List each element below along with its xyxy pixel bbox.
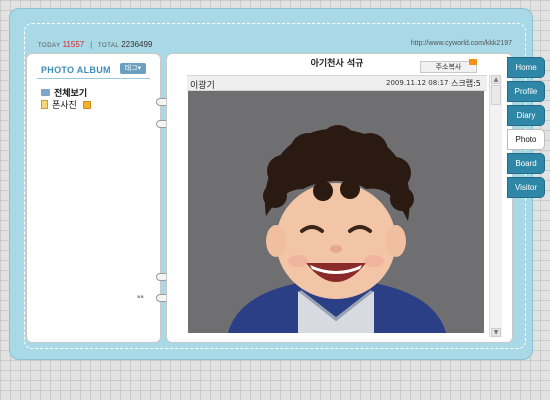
folder-icon: [41, 89, 50, 96]
copy-address-button[interactable]: 주소복사: [420, 59, 477, 73]
boy-photo-illustration: [188, 91, 484, 333]
post-author[interactable]: 이광기: [190, 78, 215, 91]
scroll-up-arrow-icon[interactable]: ▲: [491, 75, 501, 84]
post-photo[interactable]: [188, 91, 484, 333]
tab-diary[interactable]: Diary: [507, 105, 545, 126]
menu-tabs: Home Profile Diary Photo Board Visitor: [507, 57, 545, 201]
tab-board[interactable]: Board: [507, 153, 545, 174]
folder-label-phone: 폰사진: [52, 101, 77, 111]
total-count: 2236499: [121, 40, 153, 49]
tab-visitor[interactable]: Visitor: [507, 177, 545, 198]
new-badge-icon: [82, 100, 91, 109]
tab-photo[interactable]: Photo: [507, 129, 545, 150]
homepage-url[interactable]: http://www.cyworld.com/kkk2197: [411, 40, 512, 47]
today-label: TODAY: [38, 43, 61, 49]
visitor-counter-bar: TODAY 11557 | TOTAL 2236499 http://www.c…: [38, 40, 512, 52]
document-icon: [41, 100, 48, 109]
scrap-count[interactable]: 스크랩:5: [451, 78, 481, 89]
today-count: 11557: [62, 40, 85, 49]
left-page: PHOTO ALBUM 태그▾ 전체보기 폰사진 ▪▪: [26, 53, 161, 343]
new-flag-icon: [469, 59, 477, 65]
post-datetime: 2009.11.12 08:17: [386, 79, 449, 87]
folder-item-phone[interactable]: 폰사진: [41, 98, 91, 111]
album-divider: [37, 78, 150, 79]
photo-album-title: PHOTO ALBUM: [41, 65, 111, 75]
scroll-thumb[interactable]: [491, 85, 501, 105]
total-label: TOTAL: [97, 43, 120, 49]
post-scrollbar[interactable]: ▲ ▼: [489, 75, 502, 337]
tag-dropdown-button[interactable]: 태그▾: [120, 63, 146, 74]
right-page: 아기천사 석규 주소복사 이광기 2009.11.12 08:17 스크랩:5: [166, 53, 513, 343]
tiny-mark: ▪▪: [137, 294, 144, 300]
tab-profile[interactable]: Profile: [507, 81, 545, 102]
tab-home[interactable]: Home: [507, 57, 545, 78]
counter-separator: |: [90, 42, 93, 49]
post-meta-bar: 이광기 2009.11.12 08:17 스크랩:5: [187, 75, 487, 91]
scroll-down-arrow-icon[interactable]: ▼: [491, 328, 501, 337]
copy-address-label: 주소복사: [435, 63, 462, 71]
